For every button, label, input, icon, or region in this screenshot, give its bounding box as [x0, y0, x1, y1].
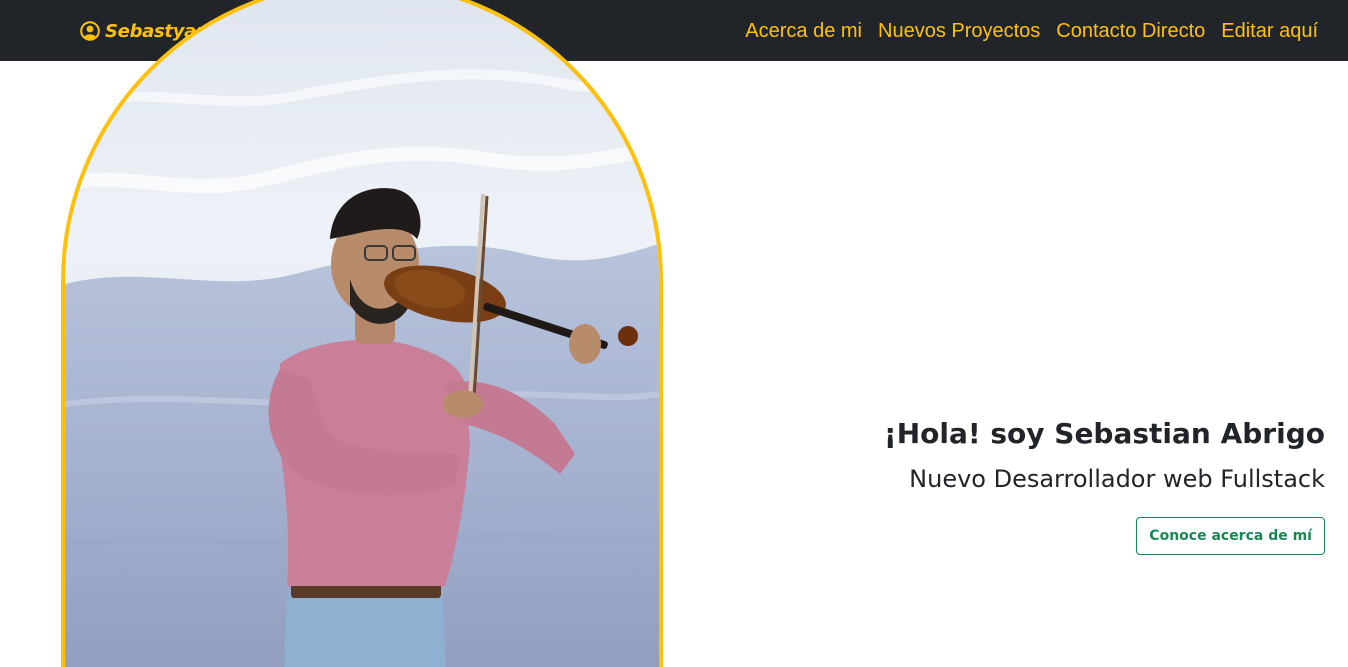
- hero-title: ¡Hola! soy Sebastian Abrigo: [883, 417, 1325, 450]
- nav-links: Acerca de mi Nuevos Proyectos Contacto D…: [745, 17, 1318, 45]
- violinist-photo: [65, 0, 659, 667]
- nav-link-proyectos[interactable]: Nuevos Proyectos: [878, 20, 1040, 43]
- nav-link-contacto[interactable]: Contacto Directo: [1056, 20, 1205, 43]
- person-circle-icon: [80, 21, 100, 41]
- nav-link-acerca[interactable]: Acerca de mi: [745, 20, 862, 43]
- about-me-button[interactable]: Conoce acerca de mí: [1136, 517, 1325, 555]
- hero-section: ¡Hola! soy Sebastian Abrigo Nuevo Desarr…: [805, 414, 1325, 555]
- nav-link-editar[interactable]: Editar aquí: [1221, 20, 1318, 43]
- hero-subtitle: Nuevo Desarrollador web Fullstack: [909, 465, 1325, 493]
- hero-photo: [61, 0, 663, 667]
